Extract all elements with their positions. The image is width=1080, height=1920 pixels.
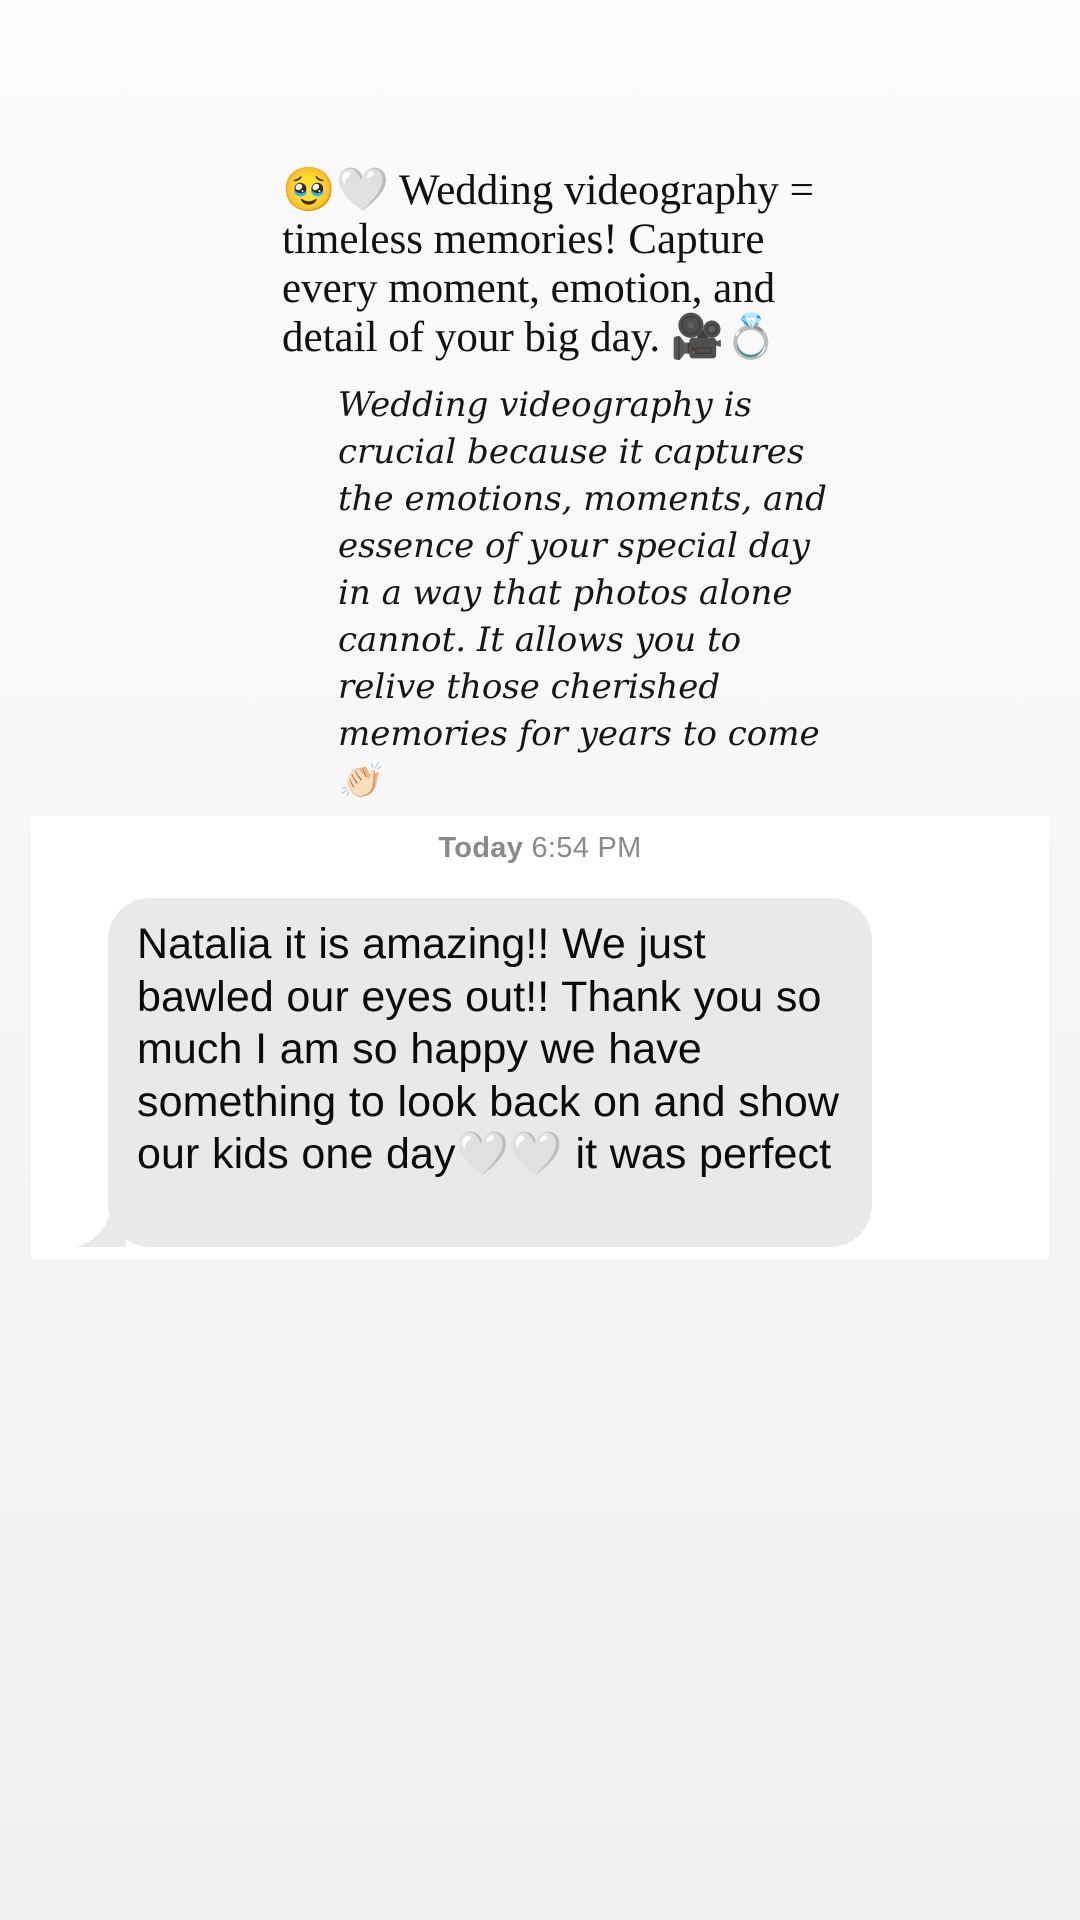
timestamp-time: 6:54 PM xyxy=(531,832,642,864)
message-bubble: Natalia it is amazing!! We just bawled o… xyxy=(108,898,872,1247)
message-screenshot-card: Today 6:54 PM Natalia it is amazing!! We… xyxy=(31,816,1049,1259)
story-body-caption: Wedding videography is crucial because i… xyxy=(338,385,827,801)
message-text: Natalia it is amazing!! We just bawled o… xyxy=(137,920,840,1178)
timestamp-day: Today xyxy=(438,832,524,864)
message-timestamp: Today 6:54 PM xyxy=(31,832,1049,865)
received-message[interactable]: Natalia it is amazing!! We just bawled o… xyxy=(76,898,874,1247)
story-headline: 🥹🤍 Wedding videography = timeless memori… xyxy=(282,167,814,361)
